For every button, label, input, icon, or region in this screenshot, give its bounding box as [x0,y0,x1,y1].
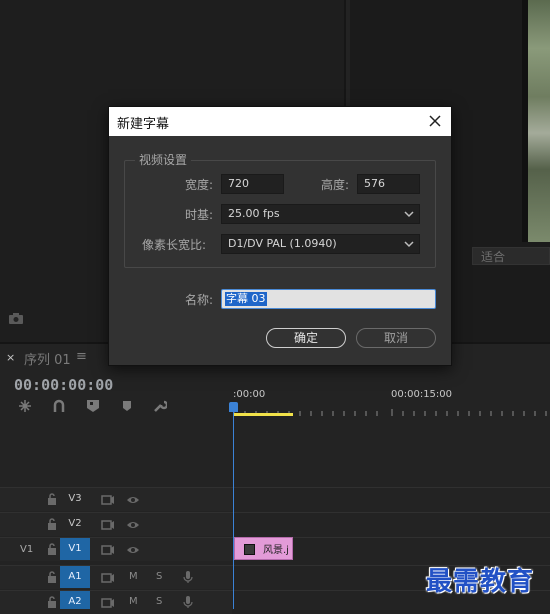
pixel-aspect-select[interactable]: D1/DV PAL (1.0940) [221,234,420,254]
lock-icon[interactable] [45,596,59,608]
solo-button[interactable]: S [156,571,162,582]
dialog-titlebar[interactable]: 新建字幕 [109,107,451,136]
chevron-down-icon [404,211,414,218]
track-name-a2[interactable]: A2 [60,591,90,609]
dialog-title: 新建字幕 [117,117,170,132]
ruler-start-label: :00:00 [233,389,266,400]
clip-label: 风景.j [263,545,289,556]
width-field[interactable]: 720 [221,174,284,194]
pixel-aspect-value: D1/DV PAL (1.0940) [228,237,337,250]
eye-icon[interactable] [126,494,140,506]
close-icon[interactable]: × [6,351,15,364]
add-marker-icon[interactable] [86,399,100,413]
track-name-v3[interactable]: V3 [60,488,90,510]
track-header-v2 [0,513,232,536]
snap-icon[interactable] [18,399,32,413]
timebase-value: 25.00 fps [228,207,280,220]
sync-lock-icon[interactable] [101,494,115,506]
sync-lock-icon[interactable] [101,597,115,609]
sync-lock-icon[interactable] [101,572,115,584]
solo-button[interactable]: S [156,596,162,607]
eye-icon[interactable] [126,519,140,531]
lock-icon[interactable] [45,493,59,505]
tab-sequence[interactable]: 序列 01 [24,349,71,368]
track-header-a1 [0,566,232,589]
program-preview-image [528,0,550,242]
chevron-down-icon [404,241,414,248]
pixel-aspect-label: 像素长宽比: [142,238,207,252]
ruler-mid-label: 00:00:15:00 [391,389,453,400]
microphone-icon[interactable] [181,596,195,608]
ok-button[interactable]: 确定 [266,328,346,348]
video-settings-legend: 视频设置 [135,151,192,168]
timebase-label: 时基: [185,208,214,222]
source-patch-v1[interactable]: V1 [20,544,33,555]
new-title-dialog: 新建字幕 视频设置 宽度: 720 高度: 576 时基: 25.00 fps … [108,106,452,366]
playhead-handle[interactable] [229,402,238,412]
linked-selection-icon[interactable] [52,399,66,413]
cancel-button[interactable]: 取消 [356,328,436,348]
microphone-icon[interactable] [181,571,195,583]
close-icon[interactable] [425,111,445,131]
name-value: 字幕 03 [225,292,267,306]
marker-icon[interactable] [120,399,134,413]
camera-icon[interactable] [9,313,23,324]
track-name-v2[interactable]: V2 [60,513,90,535]
panel-menu-icon[interactable]: ≡ [76,349,87,364]
lock-icon[interactable] [45,571,59,583]
height-label: 高度: [321,178,350,192]
mute-button[interactable]: M [129,596,138,607]
fit-select[interactable]: 适合 [472,247,550,265]
wrench-icon[interactable] [153,399,167,413]
sync-lock-icon[interactable] [101,544,115,556]
mute-button[interactable]: M [129,571,138,582]
watermark-logo: 最需教育 [426,567,535,597]
lock-icon[interactable] [45,543,59,555]
name-label: 名称: [185,293,214,307]
track-header-a2 [0,591,232,614]
name-field[interactable]: 字幕 03 [221,289,436,309]
timebase-select[interactable]: 25.00 fps [221,204,420,224]
work-area-bar[interactable] [233,413,293,416]
track-name-v1[interactable]: V1 [60,538,90,560]
width-label: 宽度: [185,178,214,192]
sync-lock-icon[interactable] [101,519,115,531]
lock-icon[interactable] [45,518,59,530]
playhead-line[interactable] [233,404,234,609]
fx-icon [244,544,255,555]
height-field[interactable]: 576 [357,174,420,194]
track-name-a1[interactable]: A1 [60,566,90,588]
playhead-timecode[interactable]: 00:00:00:00 [14,376,113,394]
track-header-v3 [0,488,232,511]
timeline-clip[interactable]: 风景.j [234,537,293,560]
track-header-v1 [0,538,232,561]
eye-icon[interactable] [126,544,140,556]
